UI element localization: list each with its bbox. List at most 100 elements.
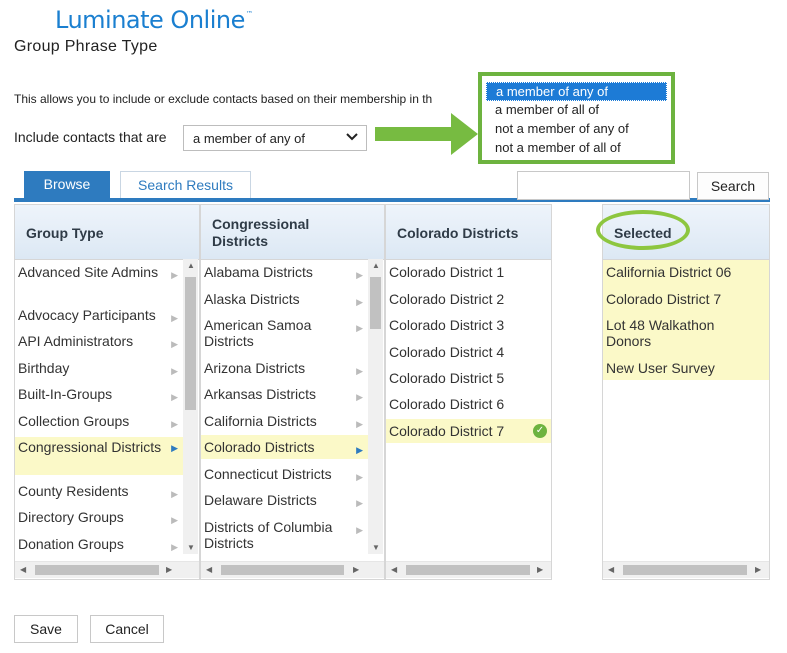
scrollbar-thumb[interactable]	[221, 565, 344, 575]
list-item[interactable]: Colorado District 4	[386, 344, 551, 362]
list-item-label: Colorado District 6	[389, 396, 505, 412]
list-item[interactable]: Colorado District 2	[386, 291, 551, 309]
dropdown-option[interactable]: not a member of any of	[486, 120, 667, 139]
scroll-down-arrow-icon[interactable]: ▼	[372, 543, 380, 552]
list-item[interactable]: API Administrators ▶	[15, 333, 183, 351]
list-item-label: Arizona Districts	[204, 360, 306, 376]
horizontal-scrollbar[interactable]: ◀ ▶	[386, 561, 551, 578]
list-item[interactable]: Advanced Site Admins ▶	[15, 264, 183, 298]
save-button[interactable]: Save	[14, 615, 78, 643]
expand-triangle-icon: ▶	[171, 392, 178, 402]
list-item[interactable]: Birthday ▶	[15, 360, 183, 378]
expand-triangle-icon: ▶	[171, 419, 178, 429]
selected-item[interactable]: Colorado District 7	[603, 286, 769, 313]
list-item[interactable]: Delaware Districts ▶	[201, 492, 368, 510]
page-description: This allows you to include or exclude co…	[14, 92, 433, 106]
list-item-label: Collection Groups	[18, 413, 130, 429]
scroll-right-arrow-icon[interactable]: ▶	[353, 565, 359, 574]
expand-triangle-icon: ▶	[171, 366, 178, 376]
list-item-label: California Districts	[204, 413, 317, 429]
list-item-label: Colorado District 4	[389, 344, 505, 360]
list-item-selected[interactable]: Congressional Districts ▶	[15, 437, 183, 475]
expand-triangle-icon: ▶	[171, 270, 178, 280]
dropdown-option[interactable]: not a member of all of	[486, 139, 667, 158]
logo-trademark: ™	[245, 10, 253, 18]
list-item-label: California District 06	[606, 264, 732, 280]
vertical-scrollbar[interactable]: ▲ ▼	[183, 259, 198, 554]
list-item-label: Alaska Districts	[204, 291, 300, 307]
search-input[interactable]	[517, 171, 690, 200]
list-item-selected[interactable]: Colorado Districts ▶	[201, 435, 368, 459]
horizontal-scrollbar[interactable]: ◀ ▶	[15, 561, 199, 578]
expand-triangle-icon: ▶	[356, 419, 363, 429]
tab-browse[interactable]: Browse	[24, 171, 110, 199]
list-item-selected[interactable]: Colorado District 7 ✓	[386, 419, 551, 443]
search-button[interactable]: Search	[697, 172, 769, 200]
scrollbar-thumb[interactable]	[35, 565, 159, 575]
vertical-scrollbar[interactable]: ▲ ▼	[368, 259, 383, 554]
scroll-up-arrow-icon[interactable]: ▲	[372, 261, 380, 270]
scroll-down-arrow-icon[interactable]: ▼	[187, 543, 195, 552]
list-item-label: Colorado District 3	[389, 317, 505, 333]
expand-triangle-icon: ▶	[356, 297, 363, 307]
scrollbar-thumb[interactable]	[370, 277, 381, 329]
list-item-label: County Residents	[18, 483, 129, 499]
list-item[interactable]: Advocacy Participants ▶	[15, 307, 183, 325]
list-item[interactable]: Colorado District 3	[386, 317, 551, 335]
list-item[interactable]: Colorado District 5	[386, 370, 551, 388]
expand-triangle-icon: ▶	[356, 366, 363, 376]
list-item[interactable]: Donation Groups ▶	[15, 536, 183, 554]
scrollbar-thumb[interactable]	[185, 277, 196, 410]
list-item-label: Directory Groups	[18, 509, 124, 525]
scroll-left-arrow-icon[interactable]: ◀	[391, 565, 397, 574]
list-item[interactable]: Arizona Districts ▶	[201, 360, 368, 378]
dropdown-option[interactable]: a member of all of	[486, 101, 667, 120]
dropdown-option[interactable]: a member of any of	[486, 82, 667, 101]
list-item[interactable]: Arkansas Districts ▶	[201, 386, 368, 404]
list-item-label: Colorado District 7	[389, 423, 505, 439]
list-item-label: Connecticut Districts	[204, 466, 332, 482]
selected-item[interactable]: Lot 48 Walkathon Donors	[603, 313, 769, 355]
membership-select[interactable]: a member of any of	[183, 125, 367, 151]
list-item[interactable]: Alabama Districts ▶	[201, 264, 368, 282]
selected-item[interactable]: New User Survey	[603, 355, 769, 380]
horizontal-scrollbar[interactable]: ◀ ▶	[603, 561, 769, 578]
logo-text: Luminate Online	[55, 6, 245, 34]
scroll-up-arrow-icon[interactable]: ▲	[187, 261, 195, 270]
group-type-column: Group Type Advanced Site Admins ▶ Advocac…	[14, 204, 200, 580]
expand-triangle-icon: ▶	[356, 270, 363, 280]
list-item[interactable]: Districts of Columbia Districts ▶	[201, 519, 368, 553]
list-item[interactable]: County Residents ▶	[15, 483, 183, 501]
colorado-districts-column: Colorado Districts Colorado District 1 C…	[385, 204, 552, 580]
list-item[interactable]: Colorado District 6	[386, 396, 551, 414]
list-item[interactable]: Collection Groups ▶	[15, 413, 183, 431]
list-item-label: American Samoa Districts	[204, 317, 312, 349]
expand-triangle-icon: ▶	[171, 542, 178, 552]
scroll-left-arrow-icon[interactable]: ◀	[20, 565, 26, 574]
list-item[interactable]: Directory Groups ▶	[15, 509, 183, 527]
scrollbar-thumb[interactable]	[406, 565, 530, 575]
list-item[interactable]: California Districts ▶	[201, 413, 368, 431]
list-item[interactable]: Alaska Districts ▶	[201, 291, 368, 309]
scrollbar-thumb[interactable]	[623, 565, 747, 575]
scroll-right-arrow-icon[interactable]: ▶	[537, 565, 543, 574]
expand-triangle-icon: ▶	[356, 498, 363, 508]
list-item-label: API Administrators	[18, 333, 134, 349]
expand-triangle-icon: ▶	[171, 313, 178, 323]
chevron-down-icon	[346, 130, 358, 147]
column-header-label: Group Type	[26, 225, 104, 241]
tab-search-results[interactable]: Search Results	[120, 171, 251, 199]
expand-triangle-icon: ▶	[356, 525, 363, 535]
expand-triangle-icon: ▶	[171, 443, 178, 453]
list-item[interactable]: Built-In-Groups ▶	[15, 386, 183, 404]
scroll-right-arrow-icon[interactable]: ▶	[755, 565, 761, 574]
horizontal-scrollbar[interactable]: ◀ ▶	[201, 561, 384, 578]
list-item[interactable]: American Samoa Districts ▶	[201, 317, 368, 351]
selected-item[interactable]: California District 06	[603, 260, 769, 286]
cancel-button[interactable]: Cancel	[90, 615, 164, 643]
scroll-right-arrow-icon[interactable]: ▶	[166, 565, 172, 574]
list-item[interactable]: Colorado District 1	[386, 264, 551, 282]
scroll-left-arrow-icon[interactable]: ◀	[206, 565, 212, 574]
scroll-left-arrow-icon[interactable]: ◀	[608, 565, 614, 574]
list-item[interactable]: Connecticut Districts ▶	[201, 466, 368, 484]
